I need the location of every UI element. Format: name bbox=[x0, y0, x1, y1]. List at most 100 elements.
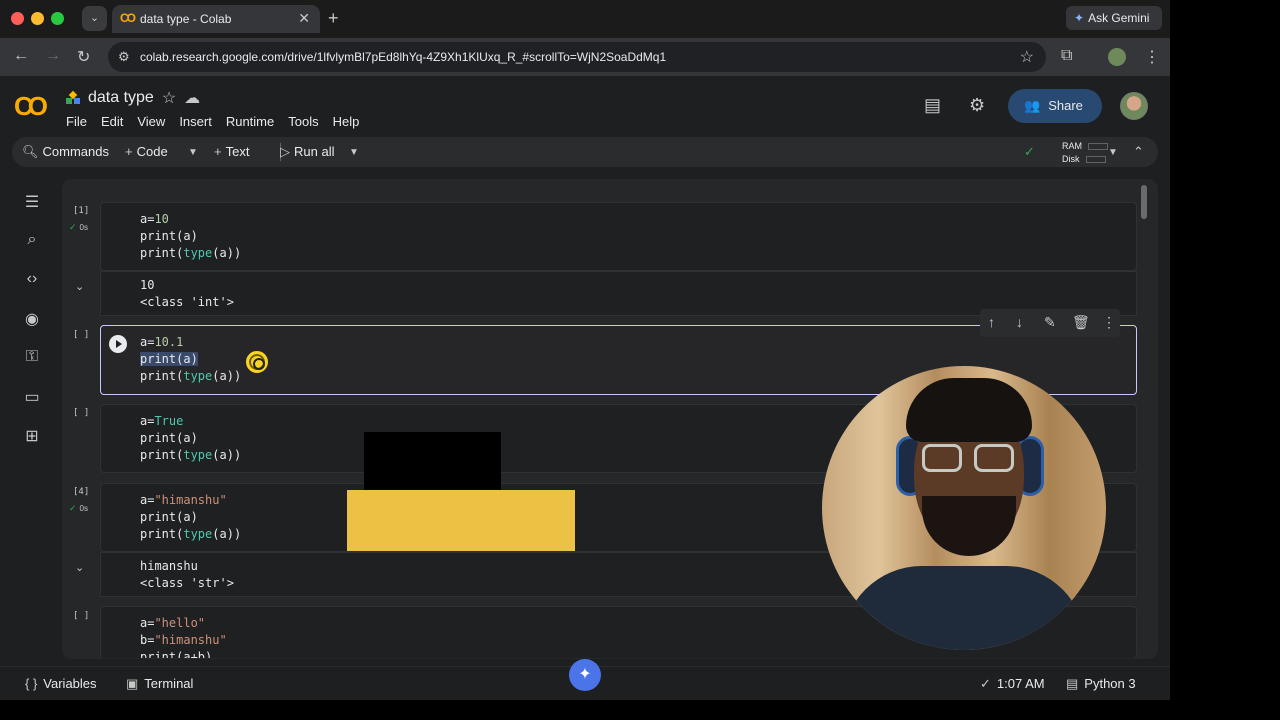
cell-toolbar: ↑ ↓ ✎ 🗑︎ ⋮ bbox=[980, 309, 1120, 337]
collapse-output-icon[interactable]: ⌄ bbox=[75, 280, 84, 293]
code-label: Code bbox=[136, 144, 168, 159]
tab-search-button[interactable]: ⌄ bbox=[82, 6, 107, 31]
extensions-icon[interactable]: ⧉ bbox=[1061, 47, 1072, 65]
disk-label: Disk bbox=[1062, 154, 1080, 164]
run-all-label: Run all bbox=[294, 144, 335, 159]
add-code-button[interactable]: + Code bbox=[125, 144, 168, 159]
ram-label: RAM bbox=[1062, 141, 1082, 151]
comments-icon[interactable]: ▤ bbox=[924, 95, 941, 116]
execution-count: [ ] bbox=[73, 330, 90, 340]
table-of-contents-icon[interactable]: ☰ bbox=[22, 192, 42, 212]
run-cell-button[interactable] bbox=[109, 335, 127, 353]
user-avatar[interactable] bbox=[1120, 92, 1148, 120]
terminal-button[interactable]: ▣ Terminal bbox=[126, 676, 193, 692]
star-icon[interactable]: ☆ bbox=[162, 88, 176, 108]
runtime-dropdown-icon[interactable]: ▼ bbox=[1108, 147, 1118, 158]
run-all-button[interactable]: ▷ Run all bbox=[280, 144, 334, 160]
edit-pencil-icon[interactable]: ✎ bbox=[1044, 314, 1056, 331]
browser-tab[interactable]: CO data type - Colab ✕ bbox=[112, 5, 320, 33]
gemini-spark-icon: ✦ bbox=[578, 666, 592, 683]
execution-time: 0s bbox=[79, 223, 88, 232]
tab-title: data type - Colab bbox=[140, 12, 232, 26]
menu-file[interactable]: File bbox=[66, 114, 87, 129]
cell-code[interactable]: a=True print(a) print(type(a)) bbox=[140, 413, 241, 464]
colab-logo[interactable]: CO bbox=[14, 91, 48, 122]
glasses-left bbox=[922, 444, 962, 472]
plus-icon: + bbox=[214, 144, 222, 159]
menu-view[interactable]: View bbox=[137, 114, 165, 129]
code-cell[interactable] bbox=[100, 202, 1137, 271]
notebook-title-row: data type ☆ ☁ bbox=[66, 88, 200, 108]
collapse-header-icon[interactable]: ⌃ bbox=[1133, 144, 1144, 160]
gemini-spark-icon: ✦ bbox=[1074, 11, 1085, 25]
browser-titlebar: ⌄ CO data type - Colab ✕ + ✦ Ask Gemini bbox=[0, 0, 1170, 38]
forward-arrow-icon[interactable]: → bbox=[45, 47, 61, 65]
ask-gemini-label: Ask Gemini bbox=[1088, 11, 1150, 25]
gemini-fab-button[interactable]: ✦ bbox=[569, 659, 601, 691]
bookmark-star-icon[interactable]: ☆ bbox=[1020, 47, 1034, 67]
delete-trash-icon[interactable]: 🗑︎ bbox=[1072, 314, 1090, 331]
check-icon: ✓ bbox=[980, 676, 991, 691]
cloud-sync-icon[interactable]: ☁ bbox=[184, 88, 200, 108]
menu-tools[interactable]: Tools bbox=[288, 114, 318, 129]
execution-count: [4] bbox=[73, 487, 90, 497]
share-label: Share bbox=[1048, 98, 1083, 113]
menu-runtime[interactable]: Runtime bbox=[226, 114, 274, 129]
reload-icon[interactable]: ↻ bbox=[77, 47, 90, 67]
run-all-dropdown-icon[interactable]: ▼ bbox=[349, 147, 359, 158]
add-text-button[interactable]: + Text bbox=[214, 144, 249, 159]
browser-menu-icon[interactable]: ⋮ bbox=[1144, 47, 1160, 67]
close-window-button[interactable] bbox=[11, 12, 24, 25]
address-bar[interactable]: ⚙ colab.research.google.com/drive/1lfvly… bbox=[108, 42, 1046, 72]
back-arrow-icon[interactable]: ← bbox=[13, 47, 29, 65]
resource-monitor[interactable]: RAM Disk bbox=[1062, 140, 1108, 166]
menu-insert[interactable]: Insert bbox=[179, 114, 212, 129]
output-text: 10 <class 'int'> bbox=[140, 278, 234, 309]
share-button[interactable]: 👥 Share bbox=[1008, 89, 1102, 123]
commands-button[interactable]: 🔍︎ Commands bbox=[22, 144, 109, 160]
execution-count: [ ] bbox=[73, 611, 90, 621]
variables-label: Variables bbox=[43, 676, 97, 691]
data-table-icon[interactable]: ⊞ bbox=[22, 426, 42, 446]
notebook-name[interactable]: data type bbox=[88, 89, 154, 107]
connected-check-icon: ✓ bbox=[1024, 144, 1035, 159]
code-dropdown-icon[interactable]: ▼ bbox=[188, 147, 198, 158]
menu-help[interactable]: Help bbox=[333, 114, 360, 129]
minimize-window-button[interactable] bbox=[31, 12, 44, 25]
profile-avatar-icon[interactable] bbox=[1108, 48, 1126, 66]
move-up-icon[interactable]: ↑ bbox=[988, 314, 995, 330]
last-run-time: 1:07 AM bbox=[996, 676, 1045, 691]
google-drive-icon bbox=[66, 90, 80, 104]
notebook-scrollbar[interactable] bbox=[1141, 185, 1147, 219]
notebook-toolbar: 🔍︎ Commands + Code ▼ + Text ▷ Run all ▼ ✓ RA… bbox=[12, 137, 1158, 167]
cell-code[interactable]: a="hello" b="himanshu" print(a+b) bbox=[140, 615, 227, 658]
chevron-down-icon: ⌄ bbox=[89, 12, 100, 24]
last-run-status[interactable]: ✓ 1:07 AM bbox=[980, 676, 1045, 692]
more-options-icon[interactable]: ⋮ bbox=[1102, 314, 1116, 331]
maximize-window-button[interactable] bbox=[51, 12, 64, 25]
files-folder-icon[interactable]: ▭ bbox=[22, 387, 42, 407]
kernel-status[interactable]: ▤ Python 3 bbox=[1066, 676, 1136, 692]
cell-code[interactable]: a=10.1 print(a) print(type(a)) bbox=[140, 334, 241, 385]
terminal-icon: ▣ bbox=[126, 676, 139, 691]
ask-gemini-button[interactable]: ✦ Ask Gemini bbox=[1066, 6, 1162, 30]
close-tab-icon[interactable]: ✕ bbox=[298, 10, 310, 27]
execution-time: 0s bbox=[79, 504, 88, 513]
site-settings-icon[interactable]: ⚙ bbox=[118, 49, 130, 65]
text-label: Text bbox=[225, 144, 250, 159]
cell-code[interactable]: a="himanshu" print(a) print(type(a)) bbox=[140, 492, 241, 543]
find-replace-icon[interactable]: ⌕ bbox=[22, 231, 42, 251]
url-text: colab.research.google.com/drive/1lfvlymB… bbox=[140, 50, 667, 64]
move-down-icon[interactable]: ↓ bbox=[1016, 314, 1023, 330]
collapse-output-icon[interactable]: ⌄ bbox=[75, 561, 84, 574]
cell-code-clip: a="hello" b="himanshu" print(a+b) bbox=[140, 615, 227, 658]
menu-edit[interactable]: Edit bbox=[101, 114, 123, 129]
new-tab-button[interactable]: + bbox=[328, 8, 339, 29]
cell-code[interactable]: a=10 print(a) print(type(a)) bbox=[140, 211, 241, 262]
redaction-block-black bbox=[364, 432, 501, 490]
settings-gear-icon[interactable]: ⚙ bbox=[969, 95, 985, 116]
code-snippets-icon[interactable]: ‹› bbox=[22, 270, 42, 290]
variables-inspector-icon[interactable]: ◉ bbox=[22, 309, 42, 329]
secrets-key-icon[interactable]: ⚿ bbox=[22, 348, 42, 368]
variables-button[interactable]: { } Variables bbox=[25, 676, 97, 691]
